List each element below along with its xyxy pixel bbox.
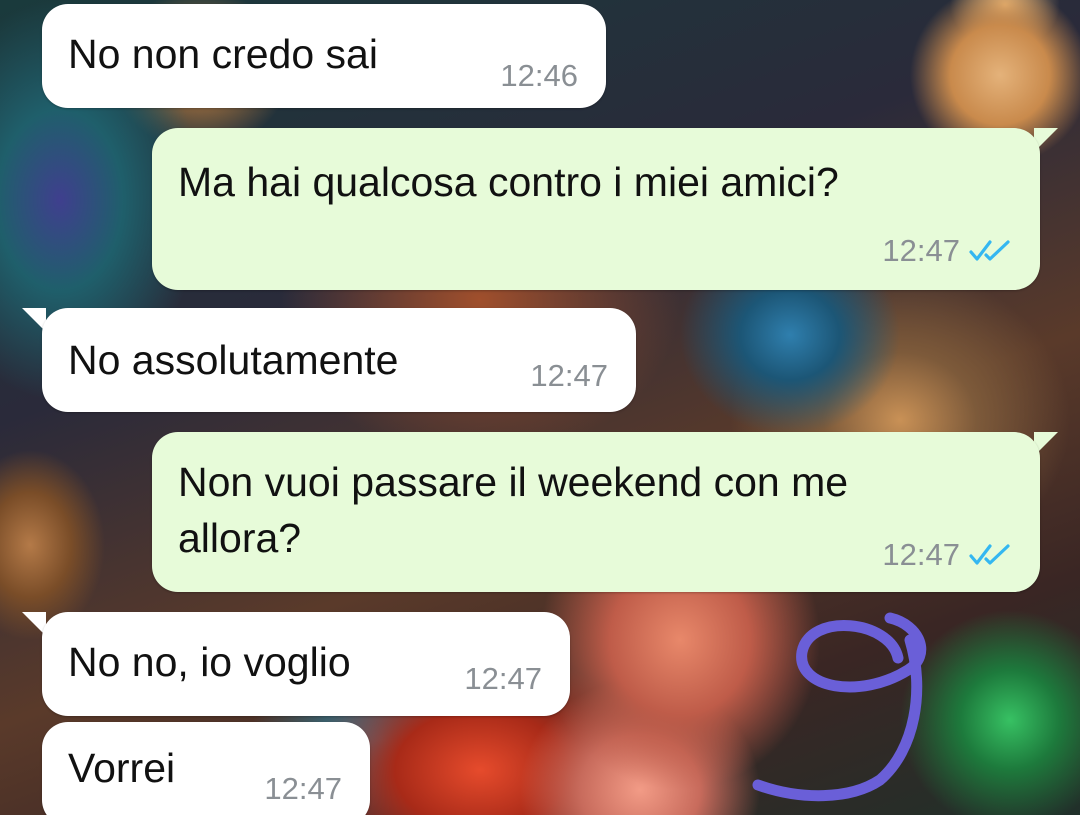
incoming-message[interactable]: No non credo sai 12:46	[42, 4, 606, 108]
incoming-message[interactable]: No assolutamente 12:47	[42, 308, 636, 412]
message-text-line-1: Non vuoi passare il weekend con me	[178, 459, 849, 505]
message-text: No non credo sai	[68, 31, 378, 77]
message-timestamp: 12:47	[264, 771, 342, 806]
message-timestamp: 12:46	[500, 58, 578, 93]
outgoing-message[interactable]: Ma hai qualcosa contro i miei amici? 12:…	[152, 128, 1040, 290]
message-timestamp: 12:47	[464, 661, 542, 696]
message-timestamp: 12:47	[530, 358, 608, 393]
double-check-icon	[969, 240, 1010, 261]
message-text-line-2: allora?	[178, 515, 302, 561]
outgoing-message[interactable]: Non vuoi passare il weekend con me allor…	[152, 432, 1040, 592]
message-text: No assolutamente	[68, 337, 399, 383]
incoming-message[interactable]: Vorrei 12:47	[42, 722, 370, 815]
double-check-icon	[969, 544, 1010, 565]
chat-background: No non credo sai 12:46 Ma hai qualcosa c…	[0, 0, 1080, 815]
message-text: Vorrei	[68, 745, 176, 791]
message-timestamp: 12:47	[882, 233, 960, 268]
incoming-message[interactable]: No no, io voglio 12:47	[42, 612, 570, 716]
message-text: No no, io voglio	[68, 639, 351, 685]
handwritten-nine-mark	[752, 612, 927, 802]
message-text: Ma hai qualcosa contro i miei amici?	[178, 159, 839, 205]
message-timestamp: 12:47	[882, 537, 960, 572]
